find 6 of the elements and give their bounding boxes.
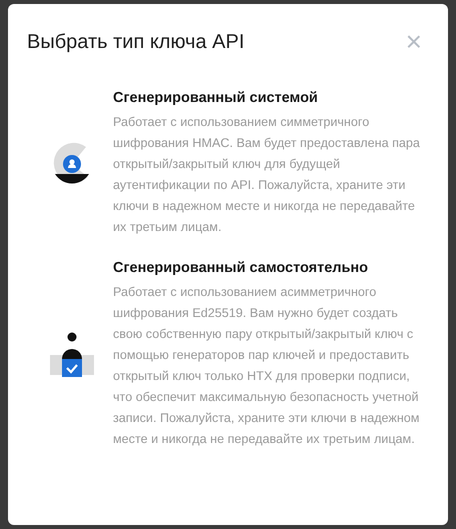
option-description: Работает с использованием симметричного шифрования HMAC. Вам будет предоставлена пара открытый/закрытый ключ для будущей аутентификации по API. Пожалуйста, храните эти ключи в надежном месте и никогда не передавайте их третьим лицам. [113, 114, 421, 236]
option-description: Работает с использованием асимметричного шифрования Ed25519. Вам нужно будет создать свою собственную пару открытый/закрытый ключ с помощью генераторов пар ключей и предоставить открытый ключ только HTX для проверки подписи, что обеспечит максимальную безопасность учетной записи. Пожалуйста, храните эти ключи в надежном месте и никогда не передавайте их третьим лицам. [113, 284, 420, 448]
dialog-title: Выбрать тип ключа API [27, 30, 244, 54]
option-title[interactable]: Сгенерированный самостоятельно [113, 260, 428, 276]
option-title[interactable]: Сгенерированный системой [113, 90, 428, 106]
user-check-icon [50, 331, 94, 379]
